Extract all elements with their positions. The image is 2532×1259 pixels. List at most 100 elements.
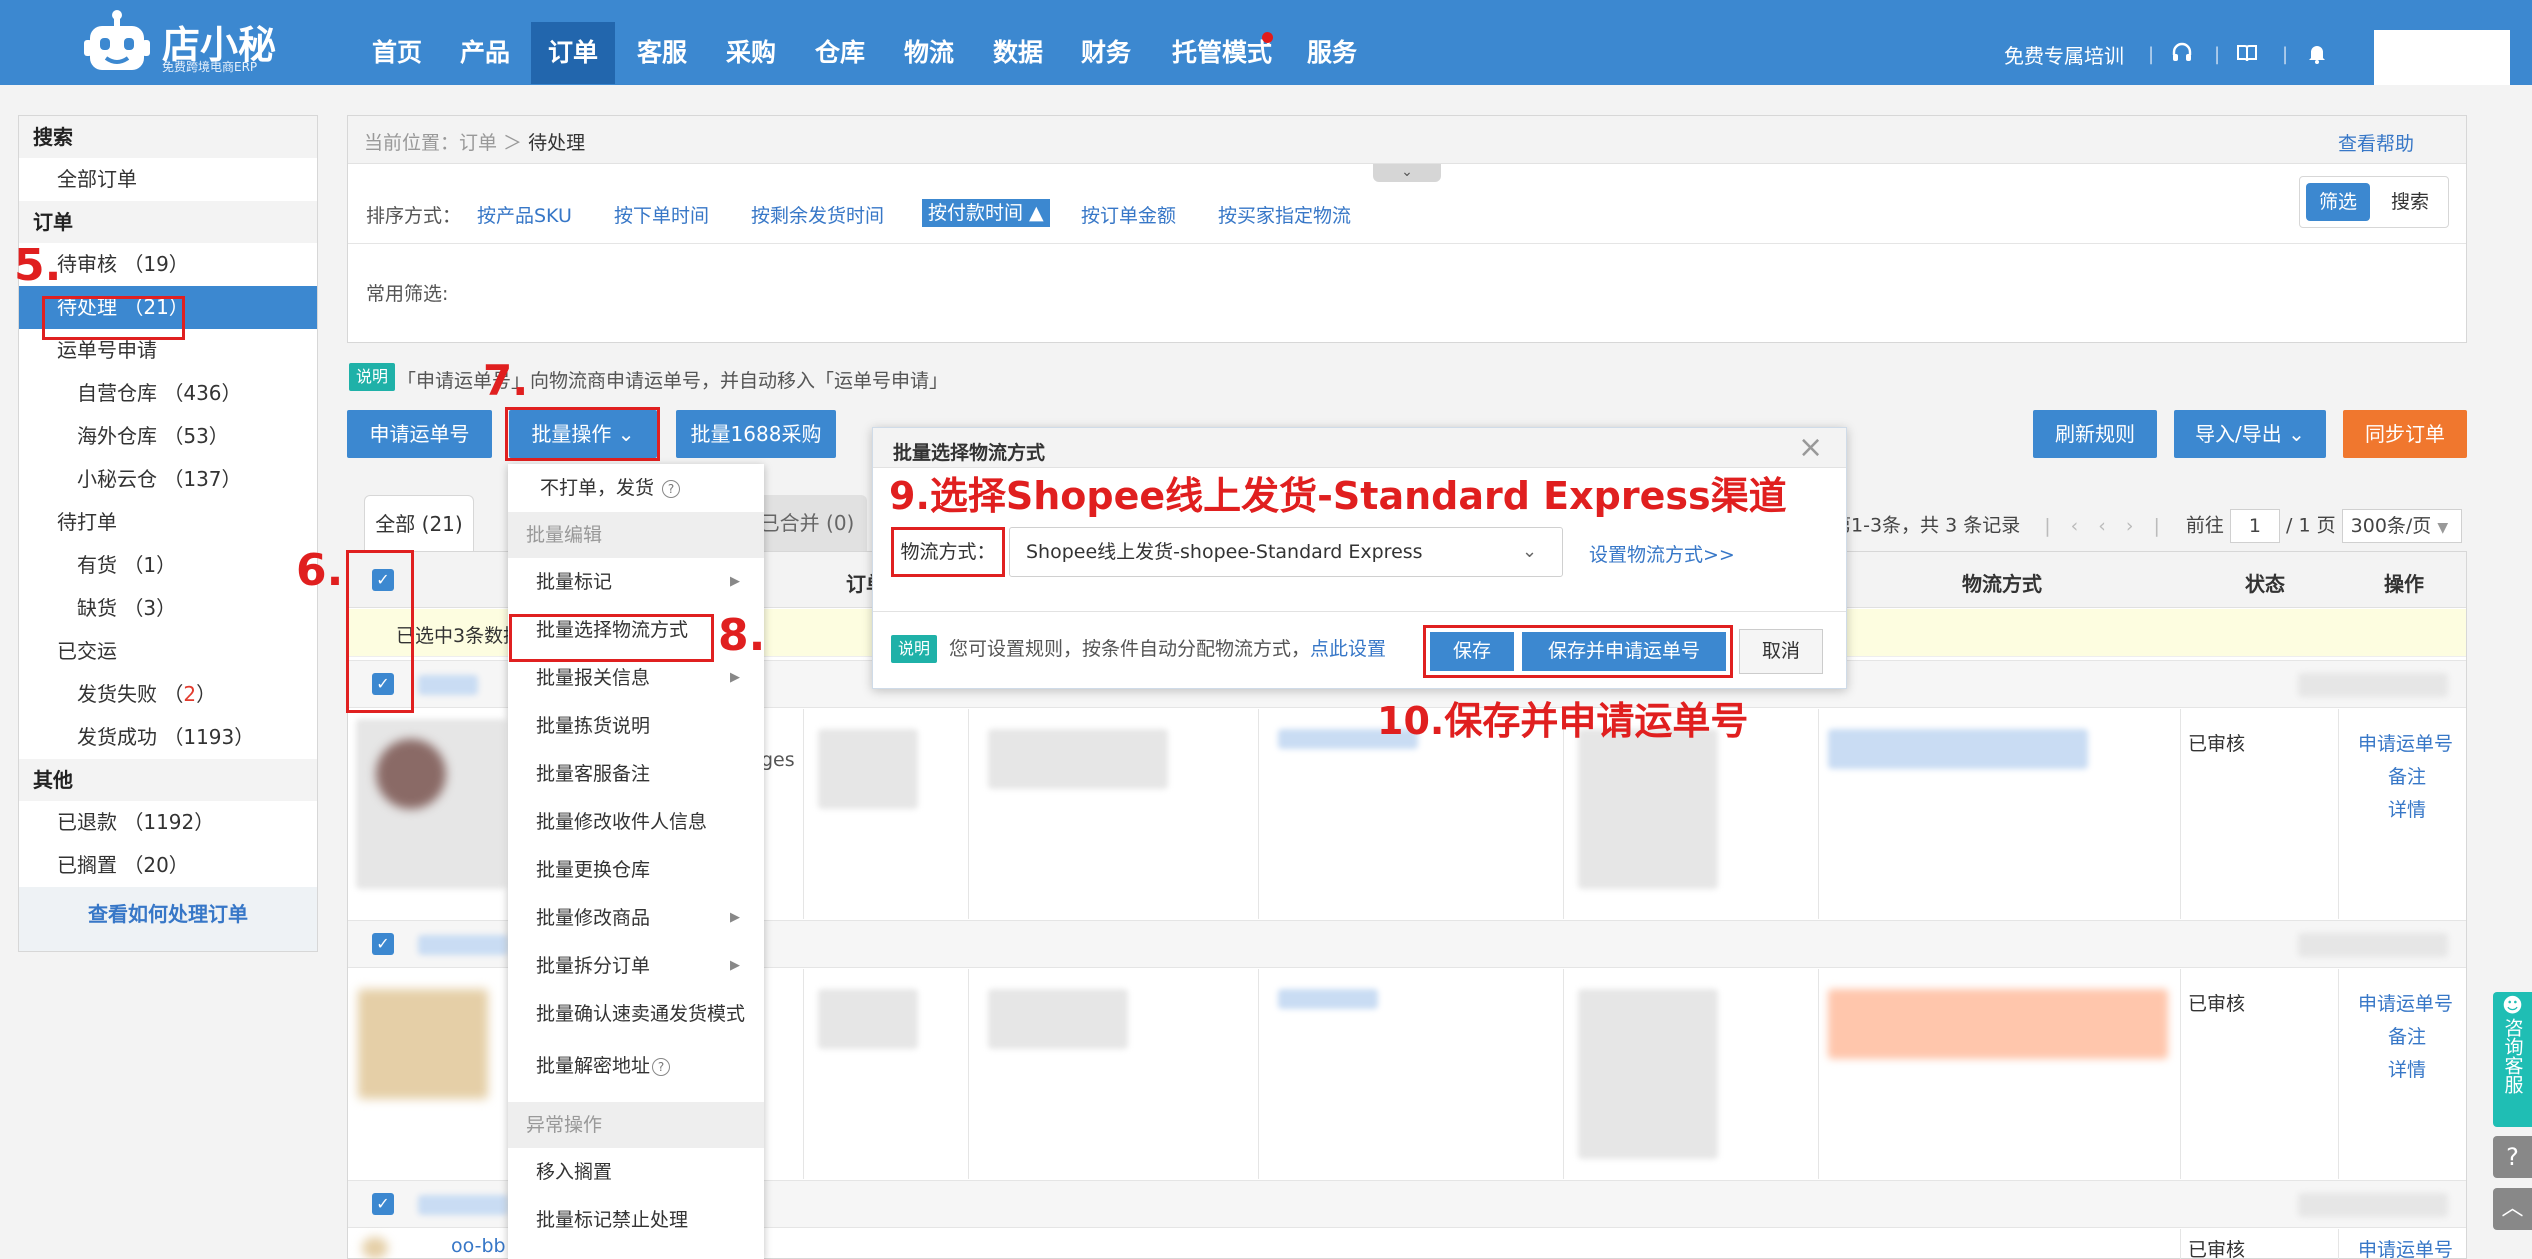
- logo-subtitle: 免费跨境电商ERP: [162, 60, 258, 74]
- bell-icon[interactable]: [2306, 42, 2328, 64]
- modal-note-link[interactable]: 点此设置: [1310, 638, 1386, 660]
- collapse-handle[interactable]: ⌄: [1373, 164, 1441, 182]
- sidebar-item-refunded[interactable]: 已退款 （1192）: [19, 801, 317, 844]
- row-order-link[interactable]: oo-bb: [451, 1235, 506, 1257]
- order-status: 已审核: [2188, 733, 2246, 755]
- row-note-link[interactable]: 备注: [2388, 762, 2426, 789]
- modal-title: 批量选择物流方式: [893, 442, 1046, 464]
- sort-by-remaining-time[interactable]: 按剩余发货时间: [751, 201, 884, 228]
- row-apply-waybill-link[interactable]: 申请运单号: [2358, 989, 2453, 1016]
- sidebar-item-cloud-warehouse[interactable]: 小秘云仓 （137）: [19, 458, 317, 501]
- nav-data[interactable]: 数据: [976, 22, 1060, 84]
- nav-logistics[interactable]: 物流: [887, 22, 971, 84]
- back-to-top-icon[interactable]: ︿: [2493, 1188, 2532, 1230]
- row-note-link[interactable]: 备注: [2388, 1022, 2426, 1049]
- help-question-icon[interactable]: ?: [662, 479, 681, 498]
- sidebar-item-shelved[interactable]: 已搁置 （20）: [19, 844, 317, 887]
- common-filter-label: 常用筛选:: [366, 283, 449, 305]
- menu-batch-change-warehouse[interactable]: 批量更换仓库: [508, 846, 764, 894]
- help-question-icon[interactable]: ?: [652, 1057, 671, 1076]
- row-apply-waybill-link[interactable]: 申请运单号: [2358, 1235, 2453, 1259]
- sidebar-item-to-print[interactable]: 待打单: [19, 501, 317, 544]
- search-toggle-button[interactable]: 搜索: [2378, 183, 2442, 221]
- menu-batch-edit-recipient[interactable]: 批量修改收件人信息: [508, 798, 764, 846]
- nav-purchase[interactable]: 采购: [709, 22, 793, 84]
- menu-batch-decrypt[interactable]: 批量解密地址?: [508, 1042, 764, 1090]
- nav-services[interactable]: 服务: [1290, 22, 1374, 84]
- close-icon[interactable]: ×: [1798, 430, 1823, 465]
- chevron-down-icon: ⌄: [1522, 541, 1538, 562]
- menu-batch-cs-note[interactable]: 批量客服备注: [508, 750, 764, 798]
- nav-home[interactable]: 首页: [356, 22, 438, 84]
- consult-service-button[interactable]: ☻ 咨询客服: [2493, 992, 2532, 1127]
- nav-orders[interactable]: 订单: [531, 22, 615, 84]
- menu-batch-split[interactable]: 批量拆分订单 ▶: [508, 942, 764, 990]
- help-link[interactable]: 查看帮助: [2338, 129, 2414, 156]
- sidebar-item-in-stock[interactable]: 有货 （1）: [19, 544, 317, 587]
- menu-batch-forbid[interactable]: 批量标记禁止处理: [508, 1196, 764, 1244]
- save-and-apply-waybill-button[interactable]: 保存并申请运单号: [1522, 632, 1726, 671]
- sidebar-item-all-orders[interactable]: 全部订单: [19, 158, 317, 201]
- nav-hosting-mode[interactable]: 托管模式: [1162, 22, 1282, 84]
- sort-by-order-amount[interactable]: 按订单金额: [1081, 201, 1176, 228]
- sidebar-item-shipped[interactable]: 已交运: [19, 630, 317, 673]
- nav-warehouse[interactable]: 仓库: [798, 22, 882, 84]
- save-button[interactable]: 保存: [1430, 632, 1514, 671]
- per-page-select[interactable]: 300条/页 ▼: [2341, 509, 2462, 543]
- pagination: 第1-3条，共 3 条记录 |‹‹›| 前往 1 / 1 页 300条/页 ▼: [1832, 509, 2462, 543]
- sidebar-item-out-of-stock[interactable]: 缺货 （3）: [19, 587, 317, 630]
- menu-no-print-ship-label: 不打单，发货: [540, 477, 655, 499]
- menu-move-shelve[interactable]: 移入搁置: [508, 1148, 764, 1196]
- sidebar-item-pending-review[interactable]: 待审核 （19）: [19, 243, 317, 286]
- filter-toggle-button[interactable]: 筛选: [2306, 183, 2370, 221]
- account-area[interactable]: [2374, 30, 2510, 85]
- menu-group-exception: 异常操作: [508, 1102, 764, 1148]
- headset-icon[interactable]: [2171, 42, 2193, 64]
- sync-orders-button[interactable]: 同步订单: [2343, 410, 2467, 458]
- page-number-input[interactable]: 1: [2229, 509, 2280, 543]
- cancel-button[interactable]: 取消: [1739, 629, 1823, 674]
- partial-goods-text: ges: [761, 749, 795, 771]
- sort-by-payment-time[interactable]: 按付款时间 ▲: [922, 199, 1050, 227]
- order-checkbox[interactable]: ✓: [372, 1193, 394, 1215]
- sidebar-section-search[interactable]: 搜索: [19, 116, 317, 158]
- sidebar-item-ship-success[interactable]: 发货成功 （1193）: [19, 716, 317, 759]
- sort-by-sku[interactable]: 按产品SKU: [477, 201, 572, 228]
- sort-by-order-time[interactable]: 按下单时间: [614, 201, 709, 228]
- page-nav-arrows-icon[interactable]: |‹‹›|: [2044, 515, 2180, 537]
- shipping-method-select[interactable]: Shopee线上发货-shopee-Standard Express ⌄: [1009, 527, 1563, 577]
- row-detail-link[interactable]: 详情: [2388, 1055, 2426, 1082]
- menu-batch-mark[interactable]: 批量标记 ▶: [508, 558, 764, 606]
- refresh-rules-button[interactable]: 刷新规则: [2033, 410, 2157, 458]
- menu-batch-edit-goods[interactable]: 批量修改商品 ▶: [508, 894, 764, 942]
- highlight-batch-select-shipping: [509, 614, 714, 662]
- tab-merged[interactable]: 已合并 (0): [747, 495, 867, 551]
- tab-all-orders[interactable]: 全部 (21): [364, 495, 474, 551]
- sidebar-item-own-warehouse[interactable]: 自营仓库 （436）: [19, 372, 317, 415]
- goto-label: 前往: [2185, 514, 2224, 537]
- nav-products[interactable]: 产品: [444, 22, 526, 84]
- batch-1688-purchase-button[interactable]: 批量1688采购: [676, 410, 836, 458]
- blurred-shipping-info: [1828, 729, 2088, 769]
- free-training-link[interactable]: 免费专属培训: [2004, 40, 2124, 69]
- sidebar-item-overseas-warehouse[interactable]: 海外仓库 （53）: [19, 415, 317, 458]
- nav-finance[interactable]: 财务: [1064, 22, 1148, 84]
- nav-customer-service[interactable]: 客服: [620, 22, 704, 84]
- order-checkbox[interactable]: ✓: [372, 933, 394, 955]
- robot-logo-icon[interactable]: [82, 8, 152, 76]
- book-icon[interactable]: [2236, 42, 2258, 64]
- menu-batch-picking-note[interactable]: 批量拣货说明: [508, 702, 764, 750]
- modal-header: 批量选择物流方式 ×: [873, 428, 1846, 468]
- help-question-icon[interactable]: ?: [2493, 1136, 2532, 1178]
- sidebar-item-ship-failed[interactable]: 发货失败 （2）: [19, 673, 317, 716]
- sidebar-how-to-link[interactable]: 查看如何处理订单: [19, 887, 317, 951]
- row-apply-waybill-link[interactable]: 申请运单号: [2358, 729, 2453, 756]
- import-export-button[interactable]: 导入/导出 ⌄: [2174, 410, 2326, 458]
- apply-waybill-button[interactable]: 申请运单号: [347, 410, 492, 458]
- row-detail-link[interactable]: 详情: [2388, 795, 2426, 822]
- menu-no-print-ship[interactable]: 不打单，发货?: [508, 464, 764, 512]
- sort-by-buyer-logistics[interactable]: 按买家指定物流: [1218, 201, 1351, 228]
- set-shipping-link[interactable]: 设置物流方式>>: [1589, 540, 1735, 567]
- menu-batch-confirm-smt[interactable]: 批量确认速卖通发货模式: [508, 990, 764, 1038]
- annotation-step-8: 8.: [718, 610, 766, 661]
